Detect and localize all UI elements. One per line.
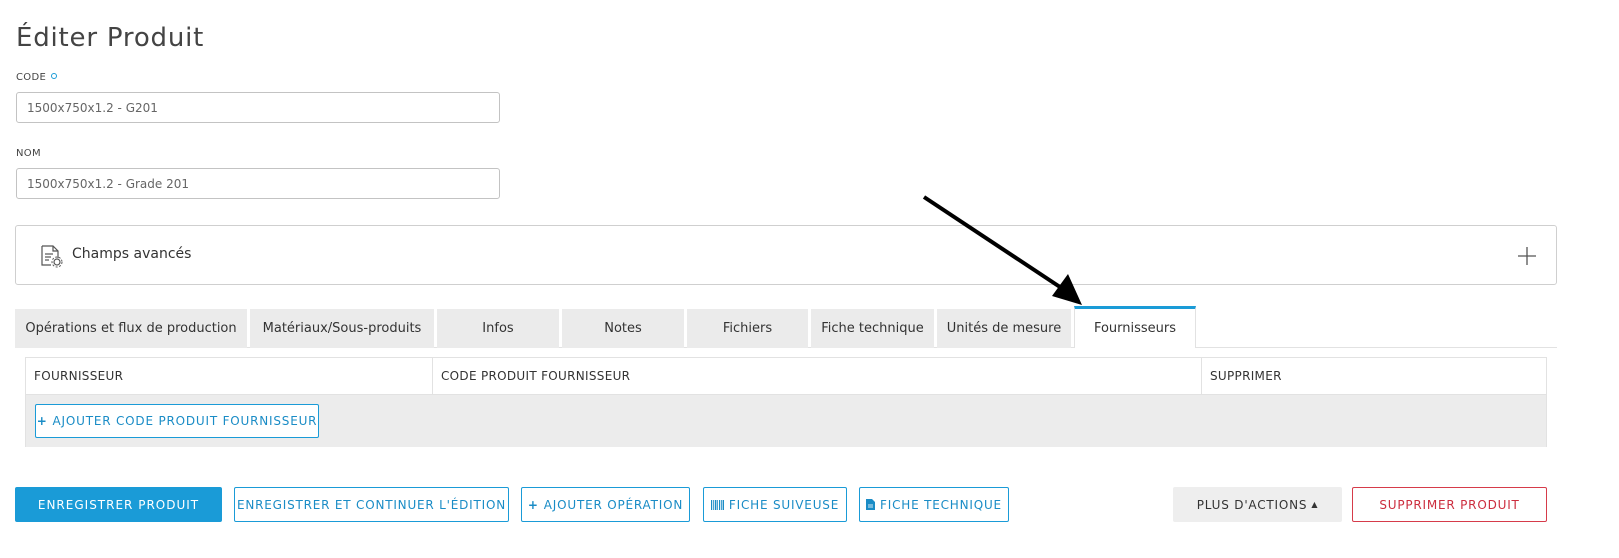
tab-unites-mesure[interactable]: Unités de mesure — [937, 309, 1071, 348]
tab-materiaux[interactable]: Matériaux/Sous-produits — [250, 309, 434, 348]
add-supplier-code-button[interactable]: + AJOUTER CODE PRODUIT FOURNISSEUR — [35, 404, 319, 438]
page-title: Éditer Produit — [16, 23, 205, 54]
code-input[interactable] — [16, 92, 500, 123]
add-supplier-code-label: AJOUTER CODE PRODUIT FOURNISSEUR — [52, 414, 318, 428]
tab-notes[interactable]: Notes — [562, 309, 684, 348]
add-operation-label: AJOUTER OPÉRATION — [543, 497, 684, 512]
nom-input[interactable] — [16, 168, 500, 199]
fiche-suiveuse-label: FICHE SUIVEUSE — [728, 497, 840, 512]
plus-icon: + — [36, 414, 48, 428]
tab-fichiers[interactable]: Fichiers — [687, 309, 808, 348]
plus-icon: + — [527, 497, 539, 512]
more-actions-button[interactable]: PLUS D'ACTIONS ▲ — [1173, 487, 1342, 522]
fiche-technique-button[interactable]: FICHE TECHNIQUE — [859, 487, 1009, 522]
file-icon — [866, 499, 876, 510]
table-header: FOURNISSEUR CODE PRODUIT FOURNISSEUR SUP… — [26, 358, 1546, 395]
code-label: CODE — [16, 72, 58, 83]
tab-operations[interactable]: Opérations et flux de production — [15, 309, 247, 348]
save-continue-button[interactable]: ENREGISTRER ET CONTINUER L'ÉDITION — [234, 487, 509, 522]
tab-fournisseurs[interactable]: Fournisseurs — [1074, 306, 1196, 348]
delete-product-button[interactable]: SUPPRIMER PRODUIT — [1352, 487, 1547, 522]
table-body: + AJOUTER CODE PRODUIT FOURNISSEUR — [26, 395, 1546, 447]
save-product-button[interactable]: ENREGISTRER PRODUIT — [15, 487, 222, 522]
expand-plus-icon[interactable] — [1516, 245, 1538, 267]
document-settings-icon — [41, 245, 63, 268]
barcode-icon — [710, 499, 724, 510]
tab-bar: Opérations et flux de production Matéria… — [15, 306, 1557, 348]
nom-label: NOM — [16, 148, 41, 159]
tab-infos[interactable]: Infos — [437, 309, 559, 348]
column-header-fournisseur: FOURNISSEUR — [34, 369, 124, 383]
column-header-code-produit: CODE PRODUIT FOURNISSEUR — [432, 358, 1201, 394]
suppliers-table: FOURNISSEUR CODE PRODUIT FOURNISSEUR SUP… — [25, 357, 1547, 447]
tab-fiche-technique[interactable]: Fiche technique — [811, 309, 934, 348]
more-actions-label: PLUS D'ACTIONS — [1196, 497, 1308, 512]
required-indicator-icon — [51, 73, 58, 79]
add-operation-button[interactable]: + AJOUTER OPÉRATION — [521, 487, 690, 522]
advanced-fields-label: Champs avancés — [72, 246, 192, 262]
column-header-supprimer: SUPPRIMER — [1201, 358, 1546, 394]
code-label-text: CODE — [16, 72, 47, 83]
advanced-fields-panel[interactable]: Champs avancés — [15, 225, 1557, 285]
caret-up-icon: ▲ — [1311, 500, 1319, 509]
fiche-suiveuse-button[interactable]: FICHE SUIVEUSE — [703, 487, 847, 522]
fiche-technique-label: FICHE TECHNIQUE — [880, 497, 1002, 512]
